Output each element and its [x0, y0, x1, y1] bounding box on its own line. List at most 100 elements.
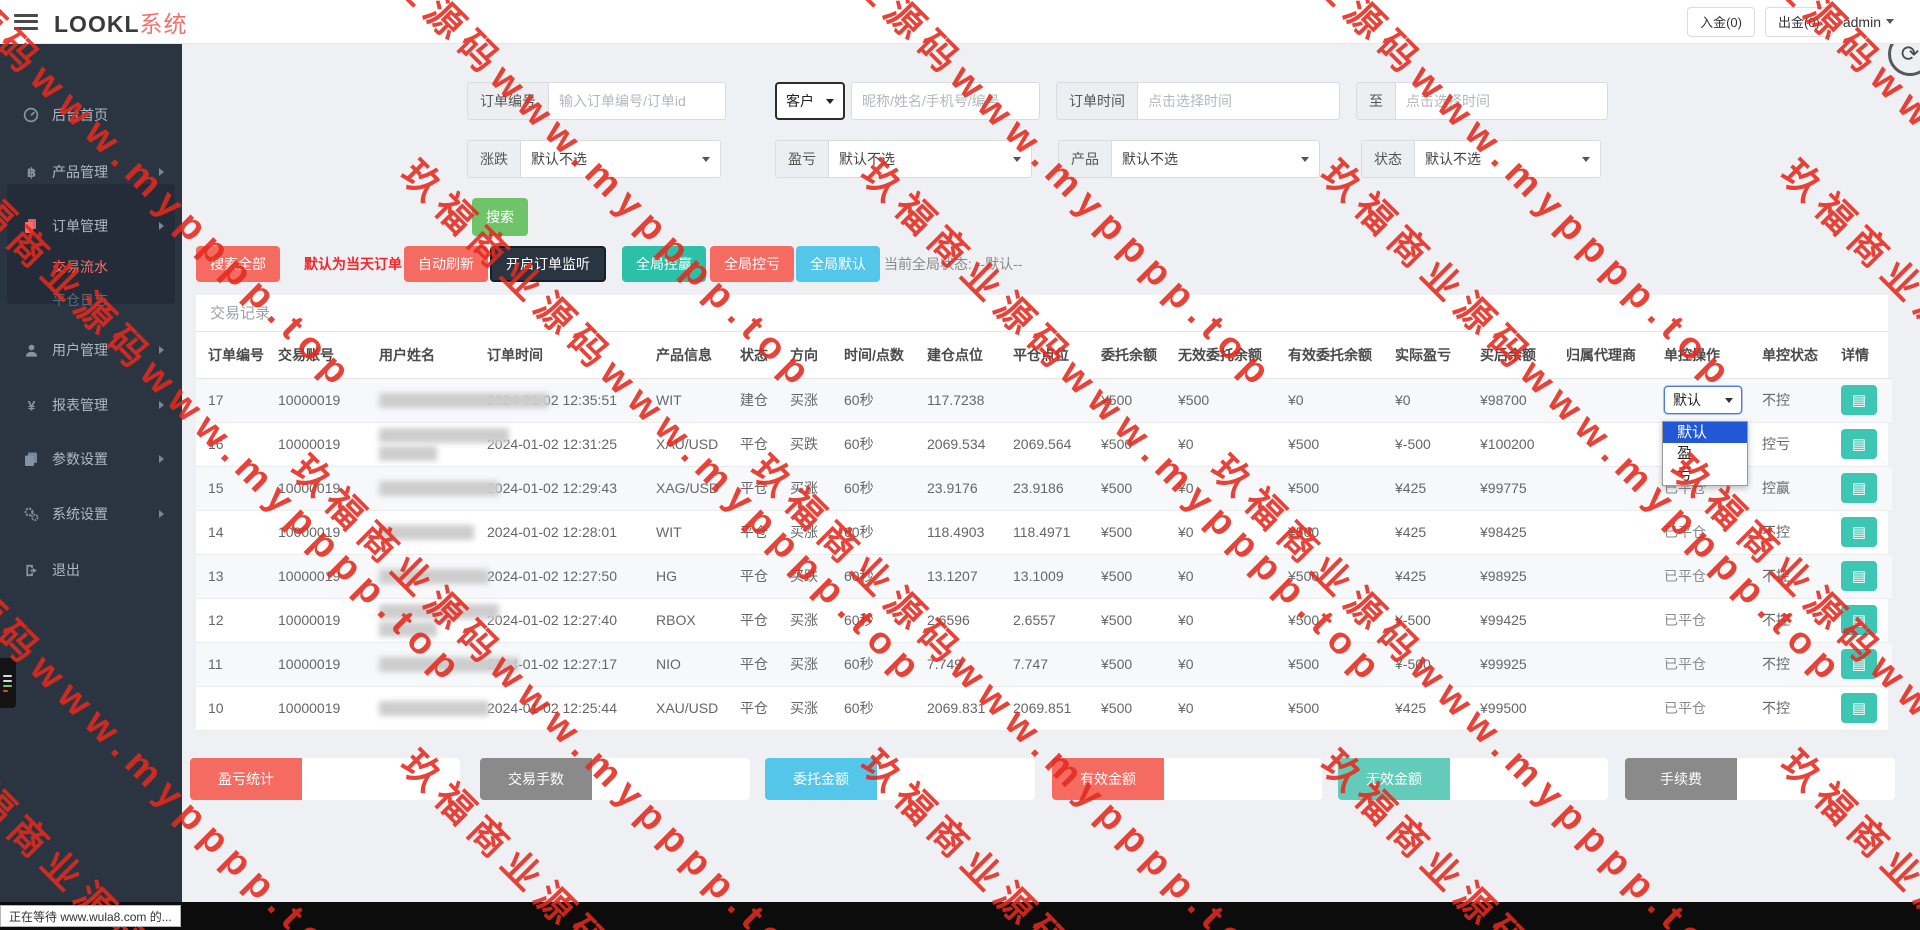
- cell-control-op: 已平仓: [1652, 554, 1750, 599]
- detail-button[interactable]: [1841, 649, 1877, 679]
- column-header: 状态: [728, 332, 778, 379]
- cell-entrust-balance: ¥500: [1089, 378, 1166, 423]
- sidebar-item-用户管理[interactable]: 用户管理: [0, 333, 182, 367]
- detail-button[interactable]: [1841, 517, 1877, 547]
- detail-button[interactable]: [1841, 693, 1877, 723]
- cell-control-op: 已平仓: [1652, 598, 1750, 643]
- cell-control-status: 不控: [1750, 378, 1829, 423]
- chevron-right-icon: [159, 346, 164, 354]
- sidebar-item-产品管理[interactable]: ฿ 产品管理: [0, 155, 182, 189]
- cell-agent: [1554, 378, 1652, 423]
- column-header: 详情: [1829, 332, 1892, 379]
- summary-value: [592, 758, 750, 800]
- cell-status: 平仓: [728, 598, 778, 643]
- cell-status: 平仓: [728, 422, 778, 467]
- time-start-input[interactable]: [1138, 82, 1340, 120]
- summary-无效金额: 无效金额: [1338, 758, 1608, 800]
- cell-duration: 60秒: [832, 686, 915, 731]
- auto-refresh-button[interactable]: 自动刷新: [404, 246, 488, 282]
- cell-valid-entrust: ¥500: [1276, 598, 1383, 643]
- blurred-username: [379, 480, 499, 496]
- control-op-text: 已平仓: [1664, 568, 1706, 584]
- search-button[interactable]: 搜索: [472, 198, 528, 236]
- cell-control-status: 不控: [1750, 510, 1829, 555]
- sidebar-item-后台首页[interactable]: 后台首页: [0, 98, 182, 132]
- cell-actual-pl: ¥425: [1383, 686, 1468, 731]
- deposit-button[interactable]: 入金(0): [1687, 6, 1755, 37]
- username: admin: [1842, 13, 1881, 30]
- cell-open-point: 2069.831: [915, 686, 1001, 731]
- detail-button[interactable]: [1841, 385, 1877, 415]
- summary-value: [302, 758, 460, 800]
- cell-control-op: 已平仓: [1652, 642, 1750, 687]
- detail-button[interactable]: [1841, 561, 1877, 591]
- search-all-button[interactable]: 搜索全部: [196, 246, 280, 282]
- sidebar-item-平仓日志[interactable]: 平仓日志: [0, 283, 182, 317]
- sidebar-item-参数设置[interactable]: 参数设置: [0, 442, 182, 476]
- control-op-select[interactable]: 默认: [1664, 386, 1742, 414]
- user-menu[interactable]: admin: [1843, 14, 1894, 30]
- global-default-button[interactable]: 全局默认: [796, 246, 880, 282]
- cell-close-point: 2069.851: [1001, 686, 1089, 731]
- cell-invalid-entrust: ¥0: [1166, 642, 1276, 687]
- cell-close-point: [1001, 378, 1089, 423]
- withdraw-button[interactable]: 出金(0): [1764, 6, 1833, 37]
- cell-entrust-balance: ¥500: [1089, 598, 1166, 643]
- dropdown-option-亏[interactable]: 亏: [1663, 464, 1747, 485]
- column-header: 单控状态: [1750, 332, 1829, 379]
- cell-product: HG: [644, 554, 728, 599]
- browser-status-text: 正在等待 www.wula8.com 的...: [0, 905, 181, 927]
- order-listen-button[interactable]: 开启订单监听: [490, 246, 606, 282]
- cell-control-status: 控亏: [1750, 422, 1829, 467]
- cell-agent: [1554, 554, 1652, 599]
- media-mini-widget[interactable]: [0, 658, 16, 708]
- cell-actual-pl: ¥0: [1383, 378, 1468, 423]
- sidebar-item-系统设置[interactable]: 系统设置: [0, 497, 182, 531]
- blurred-username: [379, 603, 499, 619]
- customer-type-select[interactable]: 客户: [775, 82, 845, 120]
- column-header: 有效委托余额: [1276, 332, 1383, 379]
- global-lose-button[interactable]: 全局控亏: [710, 246, 794, 282]
- chevron-down-icon: [1582, 156, 1590, 162]
- column-header: 实际盈亏: [1383, 332, 1468, 379]
- global-win-button[interactable]: 全局控赢: [622, 246, 706, 282]
- sidebar-item-交易流水[interactable]: 交易流水: [0, 250, 182, 284]
- cell-actual-pl: ¥-500: [1383, 642, 1468, 687]
- cell-username: [367, 642, 519, 687]
- cell-product: XAU/USD: [644, 422, 728, 467]
- product-select[interactable]: 默认不选: [1112, 140, 1320, 178]
- control-op-text: 已平仓: [1664, 656, 1706, 672]
- cell-order-id: 11: [196, 642, 266, 687]
- customer-type-value: 客户: [786, 93, 814, 109]
- column-header: 订单时间: [475, 332, 644, 379]
- dropdown-option-默认[interactable]: 默认: [1663, 422, 1747, 443]
- cell-account: 10000019: [266, 510, 367, 555]
- cell-username: [367, 378, 549, 423]
- cell-order-id: 10: [196, 686, 266, 731]
- detail-button[interactable]: [1841, 473, 1877, 503]
- order-no-input[interactable]: [549, 82, 726, 120]
- cell-detail: [1829, 686, 1892, 731]
- sidebar-item-退出[interactable]: 退出: [0, 553, 182, 587]
- pl-select-value: 默认不选: [839, 151, 895, 167]
- chevron-down-icon: [702, 156, 710, 162]
- cell-control-status: 不控: [1750, 686, 1829, 731]
- sidebar-item-报表管理[interactable]: ¥ 报表管理: [0, 388, 182, 422]
- cell-order-id: 15: [196, 466, 266, 511]
- cell-order-time: 2024-01-02 12:25:44: [475, 686, 644, 731]
- column-header: 平仓点位: [1001, 332, 1089, 379]
- detail-button[interactable]: [1841, 605, 1877, 635]
- updown-select[interactable]: 默认不选: [521, 140, 721, 178]
- cell-direction: 买跌: [778, 554, 832, 599]
- time-end-input[interactable]: [1396, 82, 1608, 120]
- customer-search-input[interactable]: [851, 82, 1040, 120]
- detail-button[interactable]: [1841, 429, 1877, 459]
- cell-control-status: 不控: [1750, 598, 1829, 643]
- pl-select[interactable]: 默认不选: [829, 140, 1032, 178]
- status-select[interactable]: 默认不选: [1415, 140, 1601, 178]
- cell-control-op: 默认: [1652, 378, 1750, 423]
- logo-prefix: LOOKL: [54, 10, 140, 37]
- sidebar-item-订单管理[interactable]: 订单管理: [0, 209, 182, 243]
- menu-toggle-icon[interactable]: [14, 13, 38, 30]
- dropdown-option-盈[interactable]: 盈: [1663, 443, 1747, 464]
